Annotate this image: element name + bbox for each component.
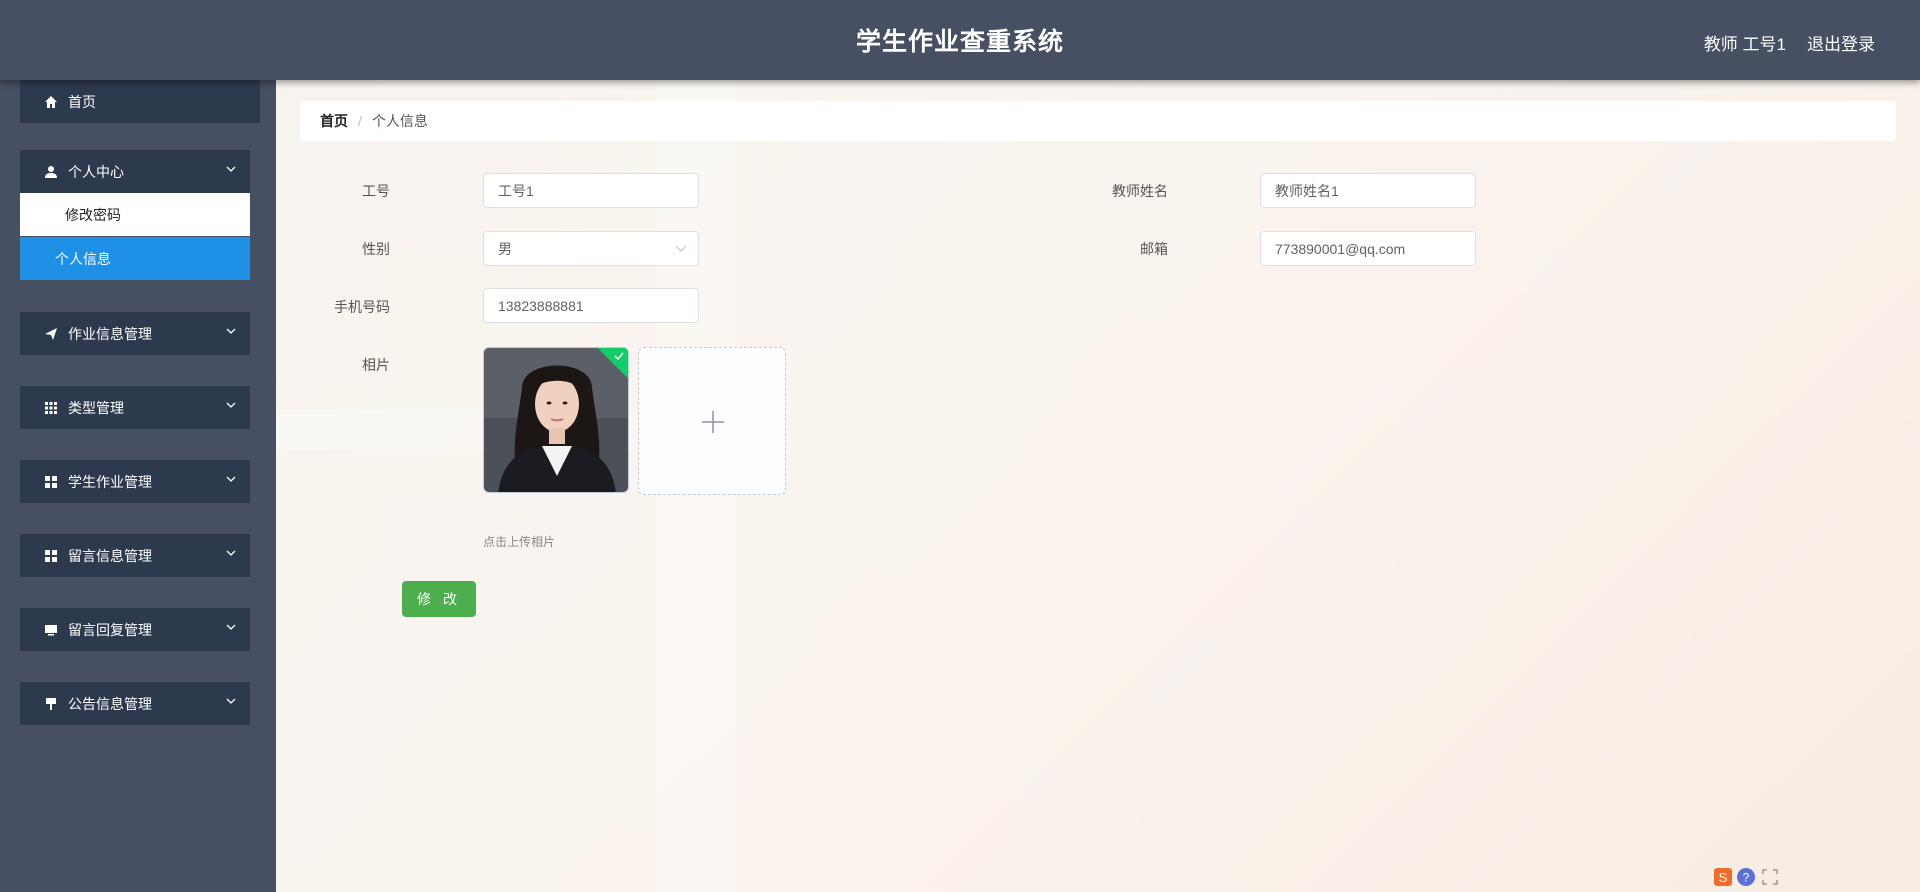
brush-icon bbox=[44, 697, 58, 711]
main-content: 首页 / 个人信息 工号 教师姓名 性别 邮箱 手机号码 相片 bbox=[276, 80, 1920, 892]
svg-text:?: ? bbox=[1743, 871, 1750, 885]
chevron-down-icon bbox=[226, 698, 236, 704]
sidebar-item-label: 留言信息管理 bbox=[68, 547, 152, 564]
sidebar-item-type-management[interactable]: 类型管理 bbox=[20, 386, 250, 429]
paper-plane-icon bbox=[44, 327, 58, 341]
sidebar-item-homework-info[interactable]: 作业信息管理 bbox=[20, 312, 250, 355]
sidebar: 首页 个人中心 修改密码 个人信息 作业信息管理 类型管理 学生作业管理 留言信… bbox=[0, 80, 276, 892]
logout-link[interactable]: 退出登录 bbox=[1807, 30, 1875, 55]
sidebar-item-message-info[interactable]: 留言信息管理 bbox=[20, 534, 250, 577]
sidebar-item-label: 个人中心 bbox=[68, 163, 124, 180]
sidebar-item-personal-info[interactable]: 个人信息 bbox=[20, 237, 250, 280]
email-label: 邮箱 bbox=[1140, 241, 1168, 257]
uploaded-photo-thumbnail[interactable] bbox=[483, 347, 629, 493]
email-input[interactable] bbox=[1260, 231, 1476, 266]
phone-input[interactable] bbox=[483, 288, 699, 323]
chevron-down-icon bbox=[226, 624, 236, 630]
portrait-photo bbox=[484, 348, 628, 492]
current-user-label: 教师 工号1 bbox=[1703, 35, 1786, 54]
sidebar-item-home[interactable]: 首页 bbox=[20, 80, 260, 123]
sidebar-item-student-homework[interactable]: 学生作业管理 bbox=[20, 460, 250, 503]
top-header: 学生作业查重系统 教师 工号1 退出登录 bbox=[0, 0, 1920, 80]
svg-text:S: S bbox=[1719, 870, 1728, 885]
photo-label: 相片 bbox=[362, 357, 390, 373]
sidebar-item-label: 作业信息管理 bbox=[68, 325, 152, 342]
sidebar-item-change-password[interactable]: 修改密码 bbox=[20, 193, 250, 236]
sidebar-item-label: 留言回复管理 bbox=[68, 621, 152, 638]
sidebar-item-label: 公告信息管理 bbox=[68, 695, 152, 712]
grid-icon bbox=[44, 401, 58, 415]
gender-select-value[interactable] bbox=[483, 231, 699, 266]
teacher-name-input[interactable] bbox=[1260, 173, 1476, 208]
photo-upload-button[interactable] bbox=[638, 347, 786, 495]
chevron-down-icon bbox=[226, 476, 236, 482]
home-icon bbox=[44, 95, 58, 109]
sidebar-item-label: 个人信息 bbox=[55, 250, 111, 267]
chevron-down-icon bbox=[226, 402, 236, 408]
breadcrumb-home[interactable]: 首页 bbox=[320, 111, 348, 131]
upload-hint: 点击上传相片 bbox=[483, 535, 556, 549]
help-icon[interactable]: ? bbox=[1736, 867, 1756, 887]
sidebar-item-label: 类型管理 bbox=[68, 399, 124, 416]
sidebar-item-label: 学生作业管理 bbox=[68, 473, 152, 490]
gender-select[interactable] bbox=[483, 231, 699, 266]
chevron-down-icon bbox=[226, 328, 236, 334]
fullscreen-icon[interactable] bbox=[1760, 867, 1780, 887]
sidebar-item-label: 修改密码 bbox=[65, 206, 121, 223]
plus-icon bbox=[702, 411, 724, 433]
check-icon bbox=[614, 352, 624, 361]
sidebar-item-label: 首页 bbox=[68, 93, 96, 110]
sidebar-item-message-reply[interactable]: 留言回复管理 bbox=[20, 608, 250, 651]
user-icon bbox=[44, 165, 58, 179]
breadcrumb-separator: / bbox=[358, 113, 362, 129]
dashboard-icon bbox=[44, 475, 58, 489]
employee-id-input[interactable] bbox=[483, 173, 699, 208]
submit-button[interactable]: 修 改 bbox=[402, 581, 476, 617]
breadcrumb-current: 个人信息 bbox=[371, 113, 428, 129]
teacher-name-label: 教师姓名 bbox=[1112, 183, 1168, 199]
phone-label: 手机号码 bbox=[334, 299, 390, 315]
monitor-icon bbox=[44, 623, 58, 637]
sogou-input-icon[interactable]: S bbox=[1713, 867, 1733, 887]
sidebar-item-personal-center[interactable]: 个人中心 bbox=[20, 150, 250, 193]
gender-label: 性别 bbox=[362, 241, 390, 257]
chevron-down-icon bbox=[226, 550, 236, 556]
breadcrumb: 首页 / 个人信息 bbox=[300, 101, 1896, 141]
sidebar-item-announcement[interactable]: 公告信息管理 bbox=[20, 682, 250, 725]
dashboard-icon bbox=[44, 549, 58, 563]
app-title: 学生作业查重系统 bbox=[855, 28, 1064, 56]
chevron-down-icon bbox=[226, 166, 236, 172]
employee-id-label: 工号 bbox=[362, 183, 390, 199]
